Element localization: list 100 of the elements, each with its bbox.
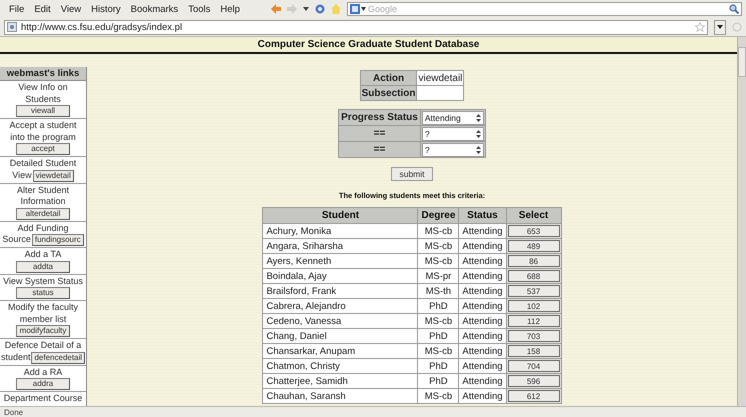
link-label: Alter Student Information (16, 184, 70, 208)
menu-item[interactable]: Tools (183, 4, 216, 14)
table-cell: Cedeno, Vanessa (262, 314, 418, 328)
search-engine-icon[interactable] (350, 4, 366, 14)
table-cell: Brailsford, Frank (262, 284, 418, 298)
address-field[interactable]: http://www.cs.fsu.edu/gradsys/index.pl (21, 22, 691, 32)
search-box[interactable]: Google (347, 2, 742, 16)
table-cell: MS-th (418, 284, 459, 298)
table-cell: MS-cb (418, 388, 459, 404)
search-field[interactable]: Google (368, 3, 727, 15)
select-button[interactable]: 704 (508, 360, 560, 372)
link-label: student (0, 352, 30, 364)
back-icon[interactable] (270, 4, 281, 14)
table-cell: Attending (458, 328, 506, 344)
page-title: Computer Science Graduate Student Database (258, 39, 480, 50)
filter-label: == (374, 128, 386, 139)
table-cell: MS-cb (418, 224, 459, 238)
menu-item[interactable]: Edit (29, 4, 56, 14)
filter-label: == (374, 144, 386, 155)
select-button[interactable]: 612 (508, 390, 560, 402)
link-button[interactable]: alterdetail (16, 208, 70, 220)
table-cell: Cabrera, Alejandro (262, 298, 418, 314)
link-label: Add Funding (17, 222, 69, 234)
value-cell: viewdetail (416, 70, 464, 86)
table-cell: Attending (458, 374, 506, 388)
reload-icon[interactable] (314, 4, 325, 14)
caret-icon[interactable] (302, 7, 309, 11)
table-cell: Ayers, Kenneth (262, 254, 418, 268)
link-button[interactable]: fundingsourc (32, 234, 84, 246)
spinner-icon (476, 146, 481, 154)
select-button[interactable]: 489 (508, 240, 560, 252)
select-button[interactable]: 537 (508, 285, 560, 297)
link-label: View System Status (3, 276, 83, 287)
table-cell: Attending (458, 298, 506, 314)
select-button[interactable]: 86 (508, 255, 560, 267)
filter-select[interactable]: ? (422, 126, 484, 140)
link-button[interactable]: viewall (16, 105, 70, 117)
menu-item[interactable]: Bookmarks (126, 4, 184, 14)
scrollbar[interactable] (737, 37, 746, 406)
link-label: Source (2, 234, 31, 246)
link-button[interactable]: addta (16, 260, 70, 272)
star-icon[interactable] (695, 22, 705, 32)
select-button[interactable]: 703 (508, 330, 560, 342)
table-cell: Attending (458, 388, 506, 404)
select-button[interactable]: 688 (508, 270, 560, 282)
table-cell: Attending (458, 254, 506, 268)
filter-select[interactable]: ? (422, 142, 484, 156)
table-cell: MS-pr (418, 268, 459, 284)
link-button[interactable]: accept (16, 143, 70, 155)
table-cell: MS-cb (418, 314, 459, 328)
link-button[interactable]: defencedetail (31, 352, 86, 364)
table-cell: Attending (458, 238, 506, 254)
table-cell: Attending (458, 314, 506, 328)
link-label: Modify the faculty member list (6, 302, 80, 325)
filter-select[interactable]: Attending (422, 110, 484, 124)
table-cell: PhD (418, 358, 459, 374)
address-bar[interactable]: http://www.cs.fsu.edu/gradsys/index.pl (4, 20, 708, 34)
field-label: Action (372, 72, 404, 84)
column-header: Status (458, 208, 506, 224)
select-button[interactable]: 102 (508, 300, 560, 312)
table-cell: Chansarkar, Anupam (262, 344, 418, 358)
link-label: Accept a student into the program (8, 120, 78, 143)
status-text: Done (4, 408, 24, 416)
menu-item[interactable]: History (86, 4, 126, 14)
menu-item[interactable]: File (4, 4, 30, 14)
table-cell: Angara, Sriharsha (262, 238, 418, 254)
spinner-icon (476, 130, 481, 138)
submit-button[interactable]: submit (391, 167, 433, 181)
table-cell: Attending (458, 358, 506, 374)
link-label: Add a TA (24, 249, 62, 260)
table-cell: Chauhan, Saransh (262, 388, 418, 404)
link-button[interactable]: addra (16, 378, 70, 390)
search-icon[interactable] (729, 4, 739, 14)
select-button[interactable]: 158 (508, 345, 560, 357)
link-label: View Info on Students (17, 82, 69, 105)
table-cell: Attending (458, 284, 506, 298)
menu-item[interactable]: Help (215, 4, 245, 14)
link-label: Defence Detail of a (4, 340, 82, 352)
link-button[interactable]: viewdetail (32, 170, 74, 182)
table-cell: PhD (418, 298, 459, 314)
field-label: Subsection (362, 88, 416, 98)
column-header: Select (506, 208, 562, 224)
sidebar-title: webmast's links (6, 68, 80, 79)
dropdown-button[interactable] (714, 20, 726, 34)
spinner-icon (476, 114, 481, 122)
table-cell: Chatmon, Christy (262, 358, 418, 374)
filter-label: Progress Status (341, 112, 418, 123)
table-cell: Attending (458, 344, 506, 358)
column-header: Student (262, 208, 418, 224)
link-button[interactable]: modifyfaculty (16, 325, 70, 337)
select-button[interactable]: 112 (508, 315, 560, 327)
select-button[interactable]: 596 (508, 375, 560, 387)
menu-item[interactable]: View (56, 4, 86, 14)
forward-icon[interactable] (286, 4, 297, 14)
table-cell: MS-cb (418, 238, 459, 254)
select-button[interactable]: 653 (508, 225, 560, 237)
table-cell: Attending (458, 224, 506, 238)
table-cell: MS-cb (418, 344, 459, 358)
link-button[interactable]: status (16, 287, 70, 299)
home-icon[interactable] (330, 4, 341, 14)
